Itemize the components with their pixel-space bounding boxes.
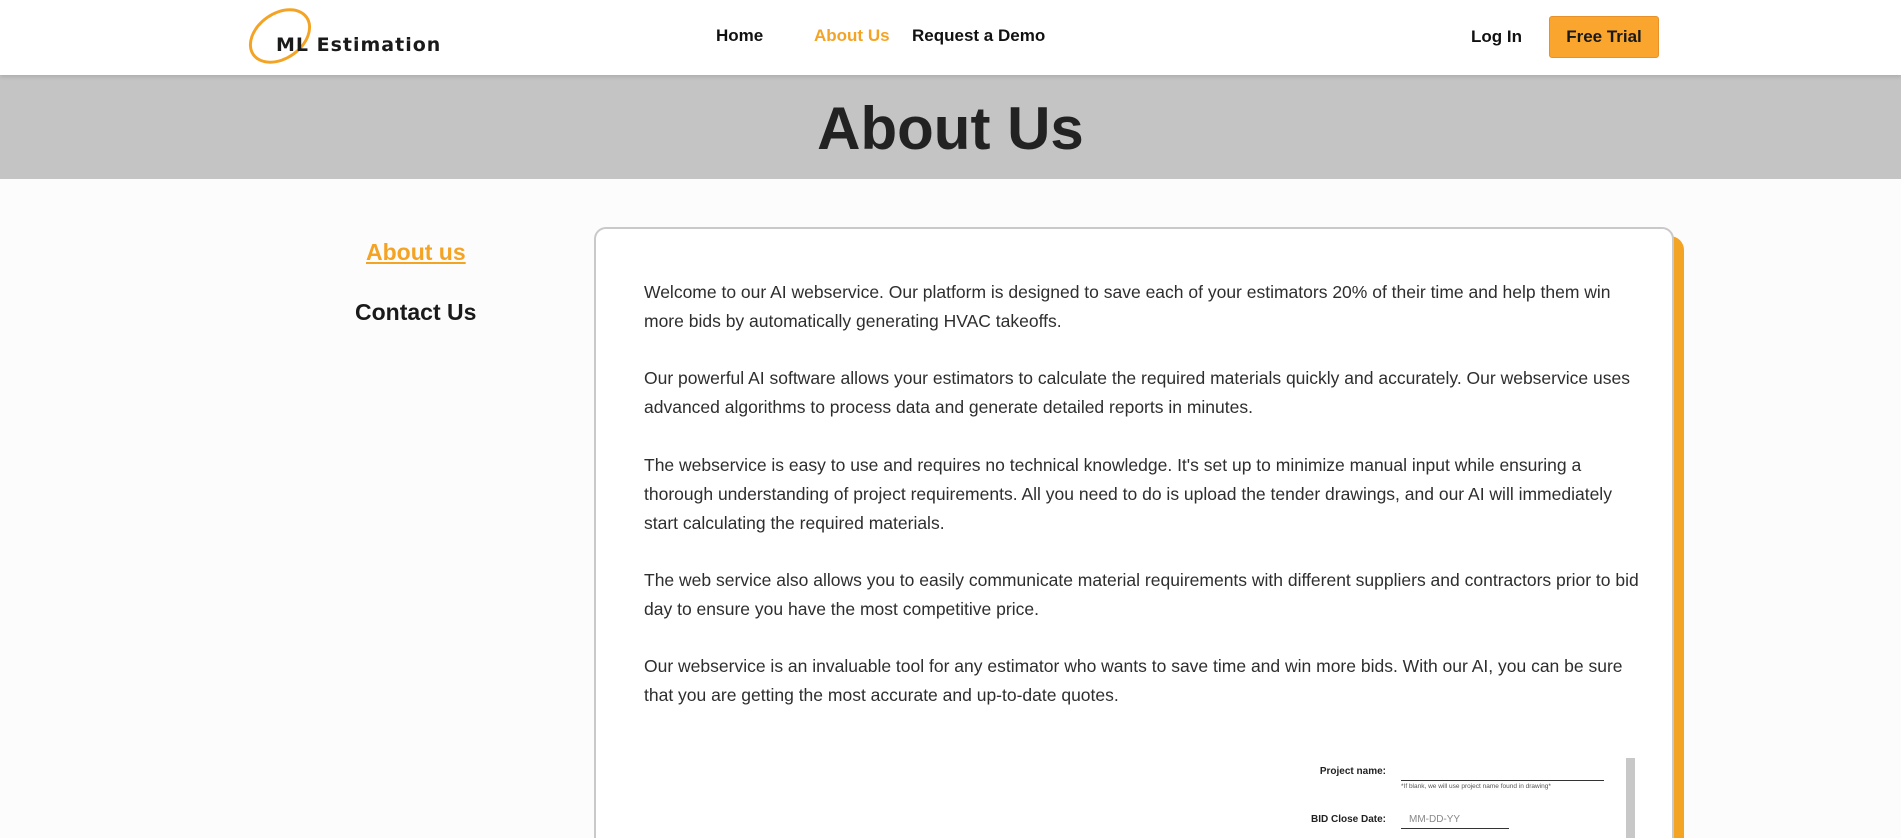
sidebar-item-about[interactable]: About us	[366, 239, 466, 266]
paragraph-summary: Our webservice is an invaluable tool for…	[644, 656, 1623, 705]
free-trial-button[interactable]: Free Trial	[1549, 16, 1659, 58]
paragraph-welcome: Welcome to our AI webservice. Our platfo…	[644, 282, 1611, 331]
project-name-label: Project name:	[1319, 766, 1386, 777]
login-link[interactable]: Log In	[1471, 27, 1522, 47]
site-header: ML Estimation Home About Us Request a De…	[0, 0, 1901, 76]
sidebar-item-contact[interactable]: Contact Us	[355, 299, 476, 326]
bid-close-date-placeholder: MM-DD-YY	[1409, 814, 1461, 825]
logo-text: ML Estimation	[276, 34, 442, 56]
about-content-card: Welcome to our AI webservice. Our platfo…	[594, 227, 1674, 838]
nav-request-demo-link[interactable]: Request a Demo	[912, 26, 1045, 46]
paragraph-easy-to-use: The webservice is easy to use and requir…	[644, 455, 1612, 533]
nav-home-link[interactable]: Home	[716, 26, 763, 46]
nav-about-link[interactable]: About Us	[814, 26, 890, 46]
form-preview-image: Project name: *If blank, we will use pro…	[1246, 756, 1626, 838]
project-name-field	[1401, 780, 1604, 781]
bid-close-date-field	[1401, 828, 1509, 829]
bid-close-date-label: BID Close Date:	[1310, 814, 1386, 825]
paragraph-software: Our powerful AI software allows your est…	[644, 368, 1630, 417]
project-name-hint: *If blank, we will use project name foun…	[1401, 783, 1551, 790]
page-title: About Us	[817, 95, 1084, 162]
title-banner: About Us	[0, 75, 1901, 179]
paragraph-communication: The web service also allows you to easil…	[644, 570, 1639, 619]
logo[interactable]: ML Estimation	[238, 0, 440, 76]
preview-scrollbar[interactable]	[1626, 758, 1635, 838]
